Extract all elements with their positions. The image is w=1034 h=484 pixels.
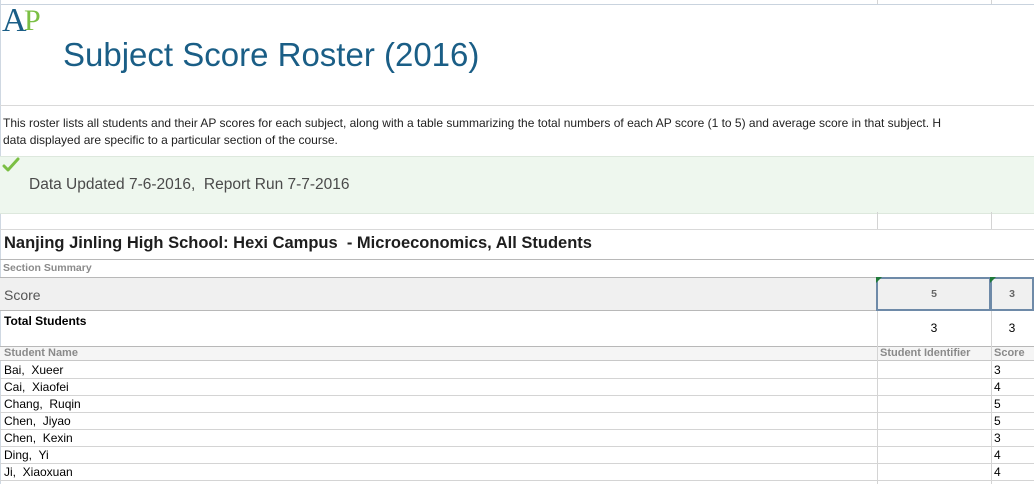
divider: [0, 259, 1034, 260]
student-score: 3: [994, 431, 1001, 445]
cell-marker-icon: [990, 277, 996, 283]
student-score: 4: [994, 380, 1001, 394]
student-score: 5: [994, 414, 1001, 428]
student-name: Chen, Kexin: [4, 431, 73, 445]
table-row: [0, 362, 1034, 379]
section-title: Nanjing Jinling High School: Hexi Campus…: [4, 234, 592, 252]
student-name: Cai, Xiaofei: [4, 380, 69, 394]
score-label: Score: [4, 287, 41, 303]
grid-line: [991, 212, 992, 229]
table-row: [0, 430, 1034, 447]
column-header-student-identifier[interactable]: Student Identifier: [880, 347, 970, 359]
cell-marker-icon: [876, 277, 882, 283]
checkmark-icon: [2, 157, 20, 172]
grid-line: [991, 0, 992, 4]
ap-logo: A P: [2, 2, 41, 38]
score-column-value: 3: [1009, 288, 1015, 300]
student-name: Ding, Yi: [4, 448, 49, 462]
student-score: 5: [994, 397, 1001, 411]
section-summary-label: Section Summary: [3, 262, 92, 274]
total-students-value: 3: [930, 321, 938, 335]
grid-line: [991, 346, 992, 484]
student-score: 4: [994, 448, 1001, 462]
student-name: Chang, Ruqin: [4, 397, 81, 411]
student-name: Bai, Xueer: [4, 363, 64, 377]
total-students-label: Total Students: [4, 314, 87, 328]
roster-description: This roster lists all students and their…: [3, 115, 1031, 149]
roster-header-row: [0, 346, 1034, 361]
page-title: Subject Score Roster (2016): [63, 36, 480, 73]
table-row: [0, 464, 1034, 481]
student-score: 3: [994, 363, 1001, 377]
divider: [0, 229, 1034, 230]
grid-line: [877, 346, 878, 484]
column-header-score[interactable]: Score: [994, 347, 1025, 359]
description-line-2: data displayed are specific to a particu…: [3, 133, 338, 147]
score-column-value: 5: [931, 288, 937, 300]
divider: [0, 105, 1034, 106]
table-row: [0, 413, 1034, 430]
logo-letter-p: P: [24, 4, 41, 37]
column-header-student-name[interactable]: Student Name: [4, 347, 78, 359]
grid-line: [877, 212, 878, 229]
total-students-value: 3: [1008, 321, 1016, 335]
student-score: 4: [994, 465, 1001, 479]
description-line-1: This roster lists all students and their…: [3, 116, 942, 130]
status-text: Data Updated 7-6-2016, Report Run 7-7-20…: [29, 176, 350, 193]
table-row: [0, 396, 1034, 413]
table-row: [0, 379, 1034, 396]
grid-line: [877, 0, 878, 4]
top-frame: [0, 0, 1034, 5]
student-name: Chen, Jiyao: [4, 414, 71, 428]
student-name: Ji, Xiaoxuan: [4, 465, 73, 479]
table-row: [0, 447, 1034, 464]
